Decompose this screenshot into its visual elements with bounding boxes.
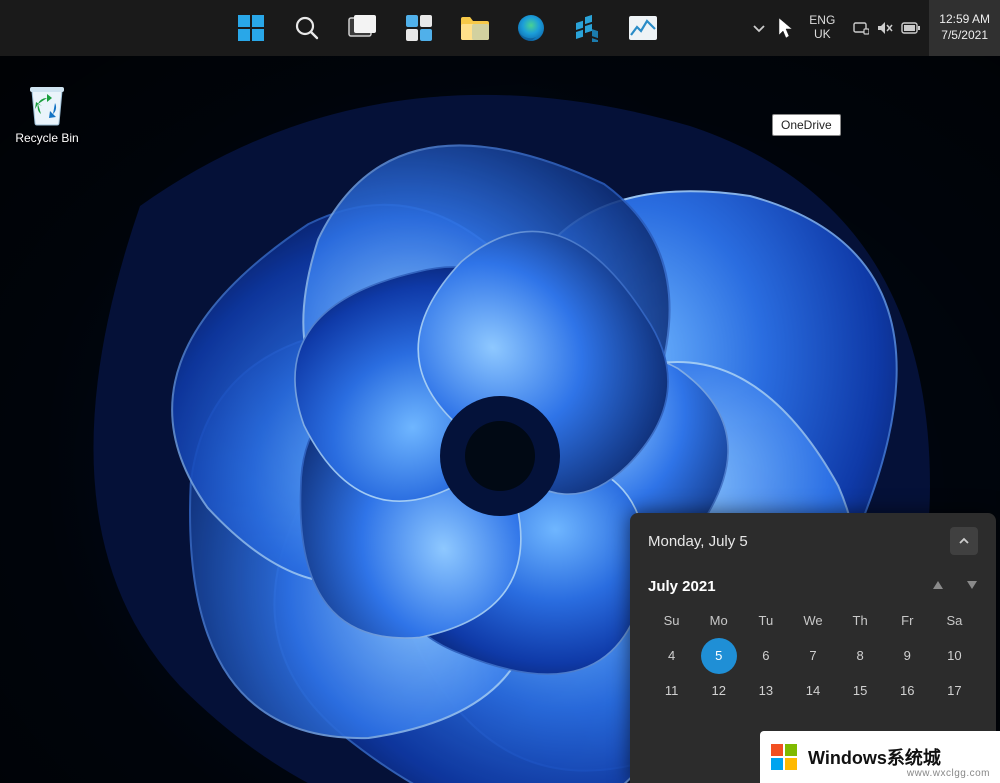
task-view-button[interactable]: [340, 5, 386, 51]
clock-date: 7/5/2021: [941, 28, 988, 44]
widgets-icon: [405, 14, 433, 42]
onedrive-tooltip: OneDrive: [772, 114, 841, 136]
calendar-collapse-button[interactable]: [950, 527, 978, 555]
calendar-dow: Sa: [931, 613, 978, 628]
language-indicator[interactable]: ENG UK: [799, 14, 845, 42]
lang-line2: UK: [814, 28, 831, 42]
taskbar: ENG UK 12:59 AM 7/5/2021: [0, 0, 1000, 56]
calendar-day[interactable]: 6: [742, 648, 789, 663]
battery-icon: [901, 22, 921, 34]
calendar-day[interactable]: 8: [837, 648, 884, 663]
calendar-prev-button[interactable]: [932, 577, 944, 595]
calendar-day[interactable]: 15: [837, 683, 884, 698]
watermark-url: www.wxclgg.com: [907, 768, 990, 779]
chevron-up-icon: [958, 535, 970, 547]
calendar-day[interactable]: 12: [695, 683, 742, 698]
taskbar-system-tray: ENG UK 12:59 AM 7/5/2021: [745, 0, 1000, 56]
calendar-dow: We: [789, 613, 836, 628]
volume-mute-icon: [877, 21, 893, 35]
clock-time: 12:59 AM: [939, 12, 990, 28]
search-button[interactable]: [284, 5, 330, 51]
triangle-up-icon: [932, 580, 944, 590]
calendar-day[interactable]: 5: [695, 648, 742, 663]
calendar-day[interactable]: 16: [884, 683, 931, 698]
file-explorer-button[interactable]: [452, 5, 498, 51]
task-view-icon: [348, 14, 378, 42]
search-icon: [294, 15, 320, 41]
cursor-icon: [777, 17, 795, 39]
calendar-day[interactable]: 17: [931, 683, 978, 698]
desktop[interactable]: Recycle Bin OneDrive Activate Windows Go…: [0, 56, 1000, 783]
calendar-dow: Fr: [884, 613, 931, 628]
chevron-down-icon: [752, 21, 766, 35]
windows-logo-icon: [237, 14, 265, 42]
calendar-dow: Tu: [742, 613, 789, 628]
calendar-day[interactable]: 9: [884, 648, 931, 663]
taskbar-pinned-area: [228, 0, 666, 56]
calendar-next-button[interactable]: [966, 577, 978, 595]
tooltip-text: OneDrive: [781, 118, 832, 132]
calendar-dow: Th: [837, 613, 884, 628]
calendar-day[interactable]: 13: [742, 683, 789, 698]
recycle-bin-label: Recycle Bin: [15, 131, 78, 145]
calendar-day[interactable]: 4: [648, 648, 695, 663]
edge-icon: [517, 14, 545, 42]
recycle-bin-glyph: [24, 81, 70, 127]
clock-button[interactable]: 12:59 AM 7/5/2021: [929, 0, 1000, 56]
network-icon: [853, 21, 869, 35]
windows-flag-icon: [770, 742, 800, 772]
folder-icon: [460, 15, 490, 41]
triangle-down-icon: [966, 580, 978, 590]
start-button[interactable]: [228, 5, 274, 51]
edge-button[interactable]: [508, 5, 554, 51]
quick-settings-button[interactable]: [845, 21, 929, 35]
watermark-brand: Windows系统城: [808, 744, 941, 770]
calendar-day[interactable]: 7: [789, 648, 836, 663]
recycle-bin-icon[interactable]: Recycle Bin: [7, 81, 87, 145]
chart-icon: [628, 15, 658, 41]
calendar-month-label[interactable]: July 2021: [648, 578, 716, 595]
lang-line1: ENG: [809, 14, 835, 28]
cube-icon: [573, 14, 601, 42]
site-watermark: Windows系统城 www.wxclgg.com: [760, 731, 1000, 783]
calendar-dow: Su: [648, 613, 695, 628]
perf-monitor-button[interactable]: [620, 5, 666, 51]
calendar-day[interactable]: 14: [789, 683, 836, 698]
calendar-header-date: Monday, July 5: [648, 533, 748, 550]
onedrive-tray-button[interactable]: [773, 17, 799, 39]
calendar-day[interactable]: 11: [648, 683, 695, 698]
calendar-dow: Mo: [695, 613, 742, 628]
tweaker-app-button[interactable]: [564, 5, 610, 51]
widgets-button[interactable]: [396, 5, 442, 51]
tray-overflow-button[interactable]: [745, 21, 773, 35]
calendar-day[interactable]: 10: [931, 648, 978, 663]
calendar-grid: SuMoTuWeThFrSa 45678910 11121314151617: [648, 613, 978, 698]
